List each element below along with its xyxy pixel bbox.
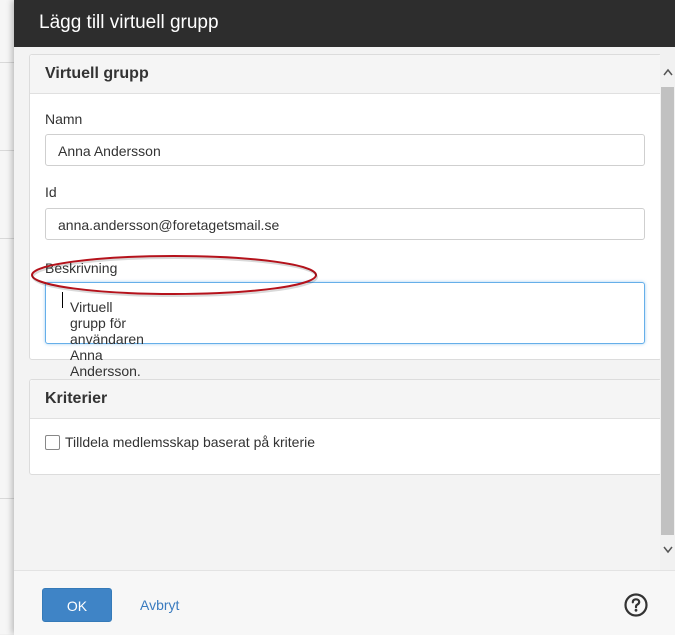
chevron-down-icon[interactable]: [660, 543, 675, 560]
scrollbar-thumb[interactable]: [661, 87, 674, 535]
dialog-titlebar: Lägg till virtuell grupp: [14, 0, 675, 47]
criteria-panel-header: Kriterier: [30, 380, 661, 419]
criteria-panel: Kriterier Tilldela medlemsskap baserat p…: [29, 379, 662, 475]
vertical-scrollbar[interactable]: [660, 47, 675, 570]
ok-button[interactable]: OK: [42, 588, 112, 622]
id-input-value: anna.andersson@foretagetsmail.se: [58, 217, 280, 233]
id-input[interactable]: anna.andersson@foretagetsmail.se: [45, 208, 645, 240]
add-virtual-group-dialog: Lägg till virtuell grupp Virtuell grupp …: [14, 0, 675, 635]
criteria-membership-label[interactable]: Tilldela medlemsskap baserat på kriterie: [65, 434, 315, 450]
criteria-heading: Kriterier: [45, 390, 108, 407]
cancel-link[interactable]: Avbryt: [140, 597, 179, 613]
description-label: Beskrivning: [45, 260, 118, 276]
virtual-group-panel-header: Virtuell grupp: [30, 55, 661, 94]
dialog-footer: OK Avbryt: [14, 570, 675, 635]
name-label: Namn: [45, 111, 83, 127]
dialog-title: Lägg till virtuell grupp: [39, 12, 219, 33]
question-circle-icon[interactable]: [624, 593, 648, 617]
virtual-group-heading: Virtuell grupp: [45, 65, 149, 82]
background-page-edge: [0, 0, 15, 634]
chevron-up-icon[interactable]: [660, 65, 675, 82]
id-label: Id: [45, 184, 57, 200]
description-textarea-value: Virtuell grupp för användaren Anna Ander…: [58, 291, 144, 379]
name-input[interactable]: Anna Andersson: [45, 134, 645, 166]
criteria-membership-checkbox[interactable]: [45, 435, 60, 450]
virtual-group-panel: Virtuell grupp Namn Anna Andersson Id an…: [29, 54, 662, 379]
description-textarea[interactable]: Virtuell grupp för användaren Anna Ander…: [45, 282, 645, 379]
dialog-content: Virtuell grupp Namn Anna Andersson Id an…: [14, 47, 675, 570]
name-input-value: Anna Andersson: [58, 143, 161, 159]
text-caret: [62, 292, 63, 309]
